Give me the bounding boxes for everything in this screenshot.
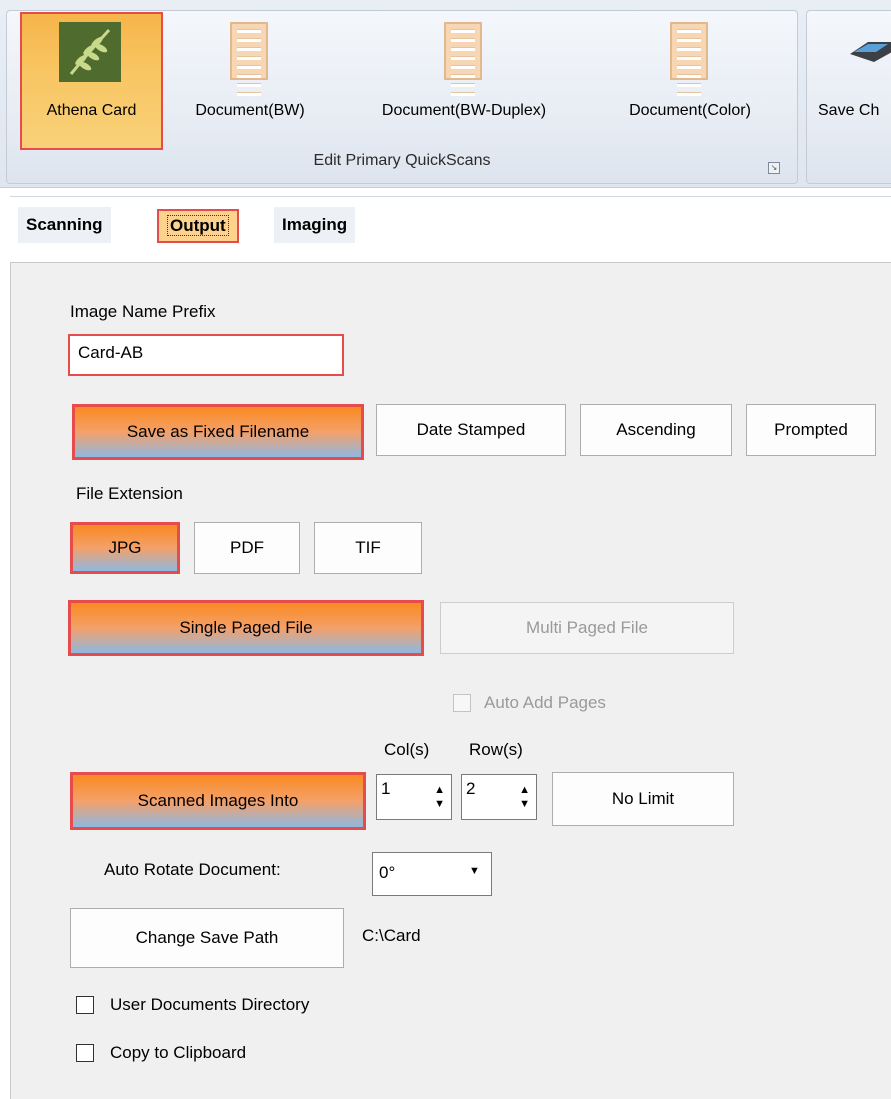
tab-output-label: Output [167,215,229,236]
copy-to-clipboard-checkbox[interactable] [76,1044,94,1062]
no-limit-button[interactable]: No Limit [552,772,734,826]
quickscan-athena-card-button[interactable]: Athena Card [20,12,163,150]
auto-rotate-value: 0° [379,863,396,882]
scanned-images-into-button[interactable]: Scanned Images Into [70,772,366,830]
single-paged-file-button[interactable]: Single Paged File [68,600,424,656]
auto-rotate-select[interactable]: 0° ▼ [372,852,492,896]
chevron-down-icon[interactable]: ▼ [469,865,480,877]
user-documents-directory-label: User Documents Directory [110,995,310,1014]
file-extension-label: File Extension [76,484,183,503]
save-changes-label: Save Ch [818,102,880,119]
athena-leaf-icon [59,22,121,82]
multi-paged-file-button[interactable]: Multi Paged File [440,602,734,654]
tab-imaging[interactable]: Imaging [274,207,356,243]
output-panel [10,262,891,1099]
cols-label: Col(s) [384,740,430,759]
quickscan-label: Document(Color) [629,102,751,119]
cols-value: 1 [381,779,391,798]
ascending-button[interactable]: Ascending [580,404,732,456]
document-icon [230,22,268,96]
auto-add-pages-checkbox[interactable] [453,694,471,712]
auto-rotate-label: Auto Rotate Document: [104,860,281,879]
jpg-button[interactable]: JPG [70,522,180,574]
user-documents-directory-checkbox[interactable] [76,996,94,1014]
auto-add-pages-label: Auto Add Pages [484,693,606,712]
document-icon [670,22,708,96]
rows-label: Row(s) [469,740,523,759]
quickscan-document-bw-button[interactable]: Document(BW) [166,14,334,138]
quickscan-document-bw-duplex-button[interactable]: Document(BW-Duplex) [338,14,590,138]
tab-strip [10,196,891,256]
copy-to-clipboard-label: Copy to Clipboard [110,1043,247,1062]
tab-scanning[interactable]: Scanning [18,207,111,243]
rows-stepper[interactable]: 2 ▲ ▼ [461,774,537,820]
save-changes-button[interactable]: Save Ch [812,14,891,138]
tab-output[interactable]: Output [157,209,239,243]
prompted-button[interactable]: Prompted [746,404,876,456]
quickscan-label: Document(BW) [195,102,305,119]
cols-stepper[interactable]: 1 ▲ ▼ [376,774,452,820]
pdf-button[interactable]: PDF [194,522,300,574]
image-name-prefix-input[interactable]: Card-AB [68,334,344,376]
quickscan-label: Document(BW-Duplex) [381,102,547,119]
rows-up-icon[interactable]: ▲ [519,785,530,796]
quickscan-label: Athena Card [46,102,137,119]
image-name-prefix-label: Image Name Prefix [70,302,216,321]
tif-button[interactable]: TIF [314,522,422,574]
date-stamped-button[interactable]: Date Stamped [376,404,566,456]
quickscan-document-color-button[interactable]: Document(Color) [594,14,786,138]
scanner-icon [848,38,891,64]
cols-down-icon[interactable]: ▼ [434,799,445,810]
rows-down-icon[interactable]: ▼ [519,799,530,810]
save-path-value: C:\Card [362,926,421,945]
document-icon [444,22,482,96]
rows-value: 2 [466,779,476,798]
ribbon-group-title: Edit Primary QuickScans [313,152,491,169]
change-save-path-button[interactable]: Change Save Path [70,908,344,968]
save-as-fixed-filename-button[interactable]: Save as Fixed Filename [72,404,364,460]
dialog-launcher-icon[interactable]: ↘ [768,162,780,174]
cols-up-icon[interactable]: ▲ [434,785,445,796]
